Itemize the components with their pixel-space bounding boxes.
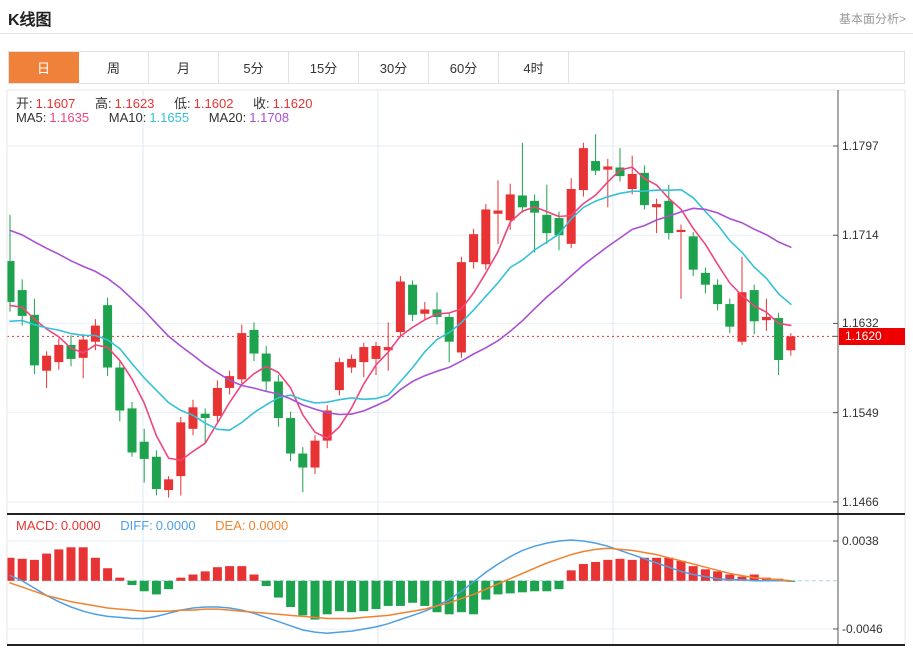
ma-legend: MA5:1.1635 MA10:1.1655 MA20:1.1708 [16,110,305,125]
low-label: 低: [174,96,191,111]
high-label: 高: [95,96,112,111]
y-axis-tick-1: 1.1797 [842,139,879,153]
y-axis-tick-5: 1.1466 [842,495,879,509]
y-axis-tick-2: 1.1714 [842,228,879,242]
close-value: 1.1620 [273,96,313,111]
dea-value: 0.0000 [249,518,289,533]
open-value: 1.1607 [36,96,76,111]
ma20-value: 1.1708 [249,110,289,125]
macd-label: MACD: [16,518,58,533]
ma10-value: 1.1655 [149,110,189,125]
macd-value: 0.0000 [61,518,101,533]
macd-legend: MACD:0.0000 DIFF:0.0000 DEA:0.0000 [16,518,304,533]
diff-value: 0.0000 [156,518,196,533]
ma5-value: 1.1635 [49,110,89,125]
macd-axis-tick-2: -0.0046 [842,622,883,636]
ma10-label: MA10: [109,110,147,125]
y-axis-tick-4: 1.1549 [842,406,879,420]
low-value: 1.1602 [194,96,234,111]
ma20-label: MA20: [209,110,247,125]
high-value: 1.1623 [115,96,155,111]
kline-page: K线图 基本面分析> 日 周 月 5分 15分 30分 60分 4时 开:1.1… [0,0,913,648]
macd-axis-tick-1: 0.0038 [842,534,879,548]
open-label: 开: [16,96,33,111]
diff-label: DIFF: [120,518,153,533]
ma5-label: MA5: [16,110,46,125]
close-label: 收: [253,96,270,111]
last-price-badge: 1.1620 [839,328,905,345]
dea-label: DEA: [215,518,245,533]
